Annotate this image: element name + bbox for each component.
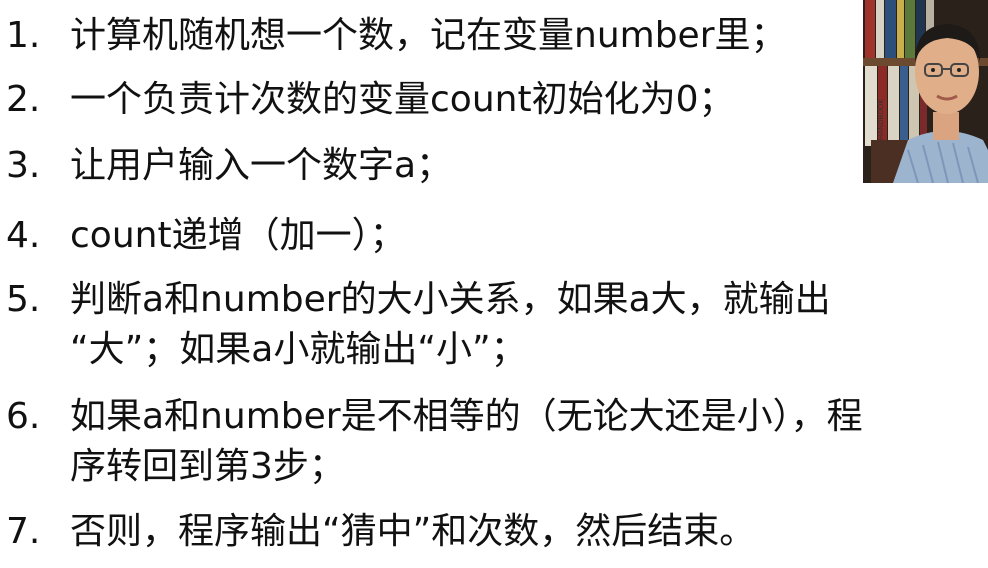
slide: 1. 计算机随机想一个数，记在变量number里； 2. 一个负责计次数的变量c… (0, 0, 988, 568)
step-number: 2. (6, 79, 41, 120)
step-text-line-2: “大”；如果a小就输出“小”； (70, 329, 527, 370)
step-text-line-2: 序转回到第3步； (70, 446, 345, 487)
book-spine-label: HANDBOOK (877, 99, 885, 140)
step-text: 让用户输入一个数字a； (70, 145, 453, 186)
step-number: 7. (6, 511, 41, 552)
step-text: 一个负责计次数的变量count初始化为0； (70, 79, 735, 120)
step-text: 否则，程序输出“猜中”和次数，然后结束。 (70, 511, 756, 552)
step-number: 5. (6, 279, 41, 320)
step-text: 计算机随机想一个数，记在变量number里； (70, 15, 787, 56)
step-number: 6. (6, 396, 41, 437)
step-number: 3. (6, 145, 41, 186)
step-number: 4. (6, 215, 41, 256)
presenter-video-frame: HANDBOOK (863, 0, 988, 183)
step-number: 1. (6, 15, 41, 56)
presenter-webcam: HANDBOOK (863, 0, 988, 183)
step-text: count递增（加一）； (70, 215, 406, 256)
